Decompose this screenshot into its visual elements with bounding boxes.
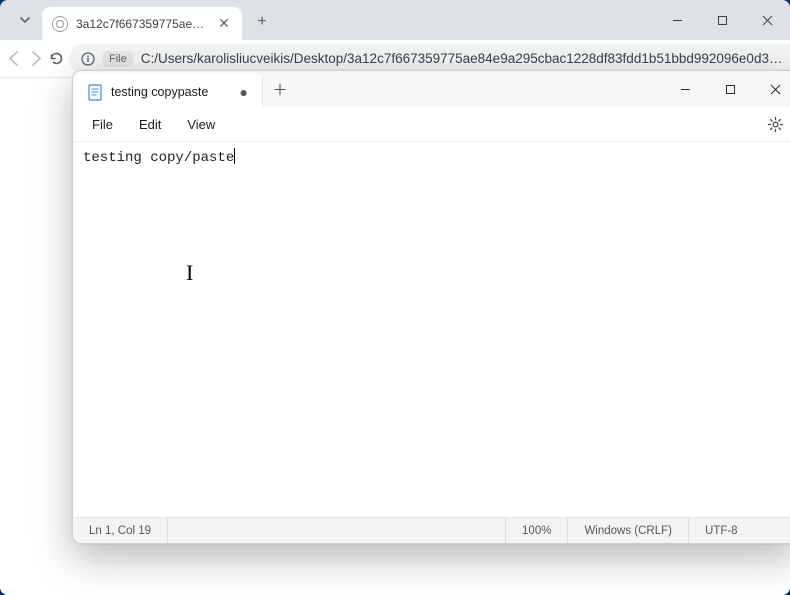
tab-title: 3a12c7f667359775ae84e9a295… bbox=[76, 17, 208, 31]
text-caret-icon bbox=[234, 148, 235, 164]
document-icon bbox=[87, 83, 102, 101]
ibeam-cursor-icon: I bbox=[186, 260, 193, 286]
menu-file[interactable]: File bbox=[81, 112, 124, 137]
forward-button[interactable] bbox=[27, 43, 44, 75]
status-bar: Ln 1, Col 19 100% Windows (CRLF) UTF-8 bbox=[73, 517, 790, 543]
status-eol: Windows (CRLF) bbox=[567, 518, 688, 543]
chrome-maximize-button[interactable] bbox=[700, 0, 745, 40]
file-scheme-label: File bbox=[109, 53, 127, 65]
notepad-window-controls bbox=[663, 71, 790, 107]
info-icon[interactable] bbox=[81, 52, 95, 66]
tab-close-icon[interactable]: ✕ bbox=[216, 15, 232, 32]
editor-text: testing copy/paste bbox=[83, 148, 235, 166]
notepad-new-tab-button[interactable]: ＋ bbox=[263, 71, 297, 107]
settings-button[interactable] bbox=[760, 109, 790, 139]
status-zoom[interactable]: 100% bbox=[505, 518, 567, 543]
globe-favicon-icon bbox=[52, 16, 68, 32]
notepad-close-button[interactable] bbox=[753, 71, 790, 107]
chrome-window-controls bbox=[655, 0, 790, 40]
dirty-indicator-icon: ● bbox=[240, 84, 248, 100]
chrome-minimize-button[interactable] bbox=[655, 0, 700, 40]
address-bar[interactable]: File C:/Users/karolisliucveikis/Desktop/… bbox=[69, 44, 790, 74]
chrome-new-tab-button[interactable]: + bbox=[248, 8, 276, 36]
menu-edit[interactable]: Edit bbox=[128, 112, 172, 137]
back-button[interactable] bbox=[6, 43, 23, 75]
chrome-titlebar: 3a12c7f667359775ae84e9a295… ✕ + bbox=[0, 0, 790, 40]
tab-search-button[interactable] bbox=[11, 6, 39, 34]
file-scheme-chip: File bbox=[103, 51, 133, 67]
notepad-tab-title: testing copypaste bbox=[111, 85, 208, 99]
notepad-titlebar[interactable]: testing copypaste ● ＋ bbox=[73, 71, 790, 107]
url-text: C:/Users/karolisliucveikis/Desktop/3a12c… bbox=[141, 51, 783, 66]
status-encoding: UTF-8 bbox=[688, 518, 790, 543]
notepad-maximize-button[interactable] bbox=[708, 71, 753, 107]
reload-button[interactable] bbox=[48, 43, 65, 75]
notepad-minimize-button[interactable] bbox=[663, 71, 708, 107]
chrome-close-button[interactable] bbox=[745, 0, 790, 40]
plus-icon: + bbox=[257, 13, 266, 31]
notepad-window: testing copypaste ● ＋ File Edit View tes… bbox=[72, 70, 790, 544]
menu-view[interactable]: View bbox=[176, 112, 226, 137]
status-position: Ln 1, Col 19 bbox=[73, 518, 167, 543]
gear-icon bbox=[767, 116, 784, 133]
status-spacer bbox=[167, 518, 505, 543]
notepad-menubar: File Edit View bbox=[73, 107, 790, 142]
browser-tab[interactable]: 3a12c7f667359775ae84e9a295… ✕ bbox=[42, 7, 242, 40]
editor-area[interactable]: testing copy/paste I bbox=[73, 142, 790, 517]
notepad-tab[interactable]: testing copypaste ● bbox=[73, 74, 263, 107]
